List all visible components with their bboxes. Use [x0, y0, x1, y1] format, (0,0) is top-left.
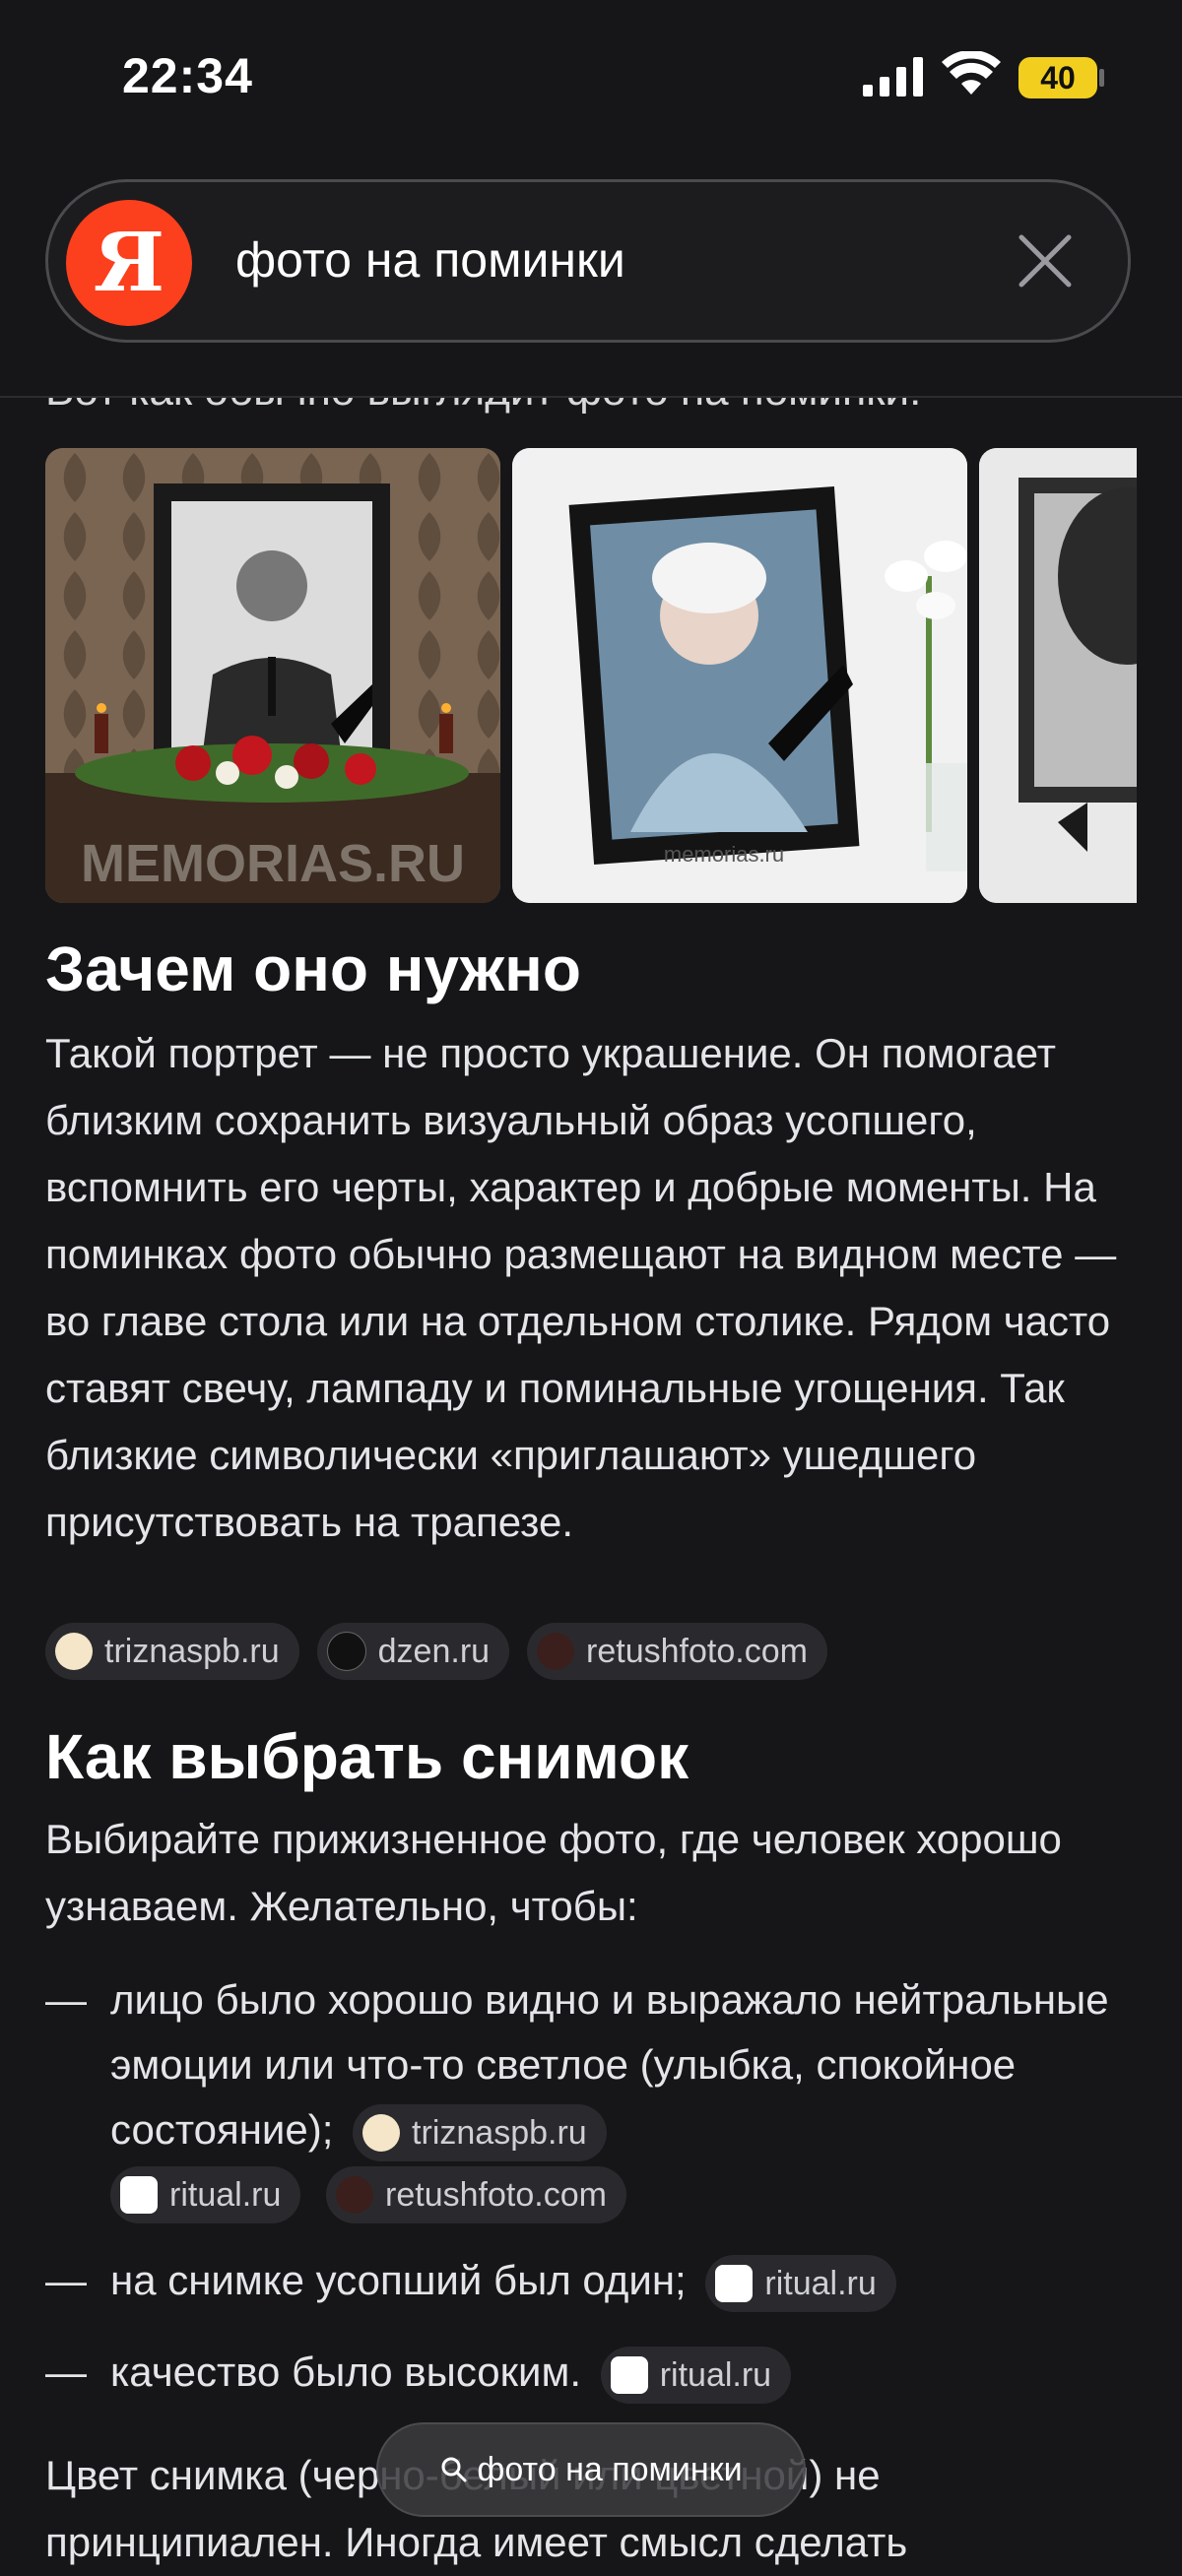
memorial-frame-image: [979, 448, 1137, 903]
floating-search-label: фото на поминки: [477, 2450, 743, 2488]
source-label: triznaspb.ru: [412, 2113, 587, 2152]
search-query[interactable]: фото на поминки: [235, 231, 625, 289]
list-dash: —: [45, 2257, 87, 2303]
source-label: ritual.ru: [659, 2355, 772, 2394]
source-chip[interactable]: retushfoto.com: [527, 1623, 827, 1680]
source-label: ritual.ru: [169, 2176, 282, 2214]
status-time: 22:34: [122, 48, 253, 103]
memorial-portrait-man-image: MEMORIAS.RU: [45, 448, 500, 903]
search-header: Я фото на поминки: [0, 158, 1182, 398]
status-bar: 22:34 40: [0, 0, 1182, 158]
source-label: retushfoto.com: [385, 2176, 607, 2214]
search-icon: [441, 2457, 467, 2482]
list-item-label: на снимке усопший был один;: [110, 2257, 687, 2303]
site-favicon-icon: [362, 2113, 401, 2152]
list-dash: —: [45, 2349, 87, 2395]
source-label: retushfoto.com: [586, 1632, 808, 1670]
section-heading-how: Как выбрать снимок: [45, 1721, 690, 1792]
source-chip[interactable]: ritual.ru: [110, 2166, 301, 2223]
list-item-text: на снимке усопший был один; ritual.ru: [110, 2248, 1145, 2313]
ritual-favicon-icon: [610, 2355, 648, 2394]
watermark-text: memorias.ru: [664, 842, 784, 867]
gallery-image-1[interactable]: MEMORIAS.RU: [45, 448, 500, 903]
source-chip[interactable]: ritual.ru: [600, 2346, 792, 2404]
list-item-text: качество было высоким. ritual.ru: [110, 2340, 1145, 2405]
dzen-favicon-icon: [326, 1632, 366, 1671]
section-heading-why: Зачем оно нужно: [45, 934, 581, 1004]
site-favicon-icon: [336, 2176, 374, 2214]
image-gallery[interactable]: MEMORIAS.RU memorias.ru: [45, 448, 1137, 903]
list-item: — качество было высоким. ritual.ru: [45, 2340, 1139, 2409]
wifi-icon: [942, 51, 1001, 95]
yandex-logo-icon[interactable]: Я: [66, 200, 192, 326]
ritual-favicon-icon: [120, 2176, 158, 2214]
watermark-text: MEMORIAS.RU: [81, 834, 465, 893]
floating-search-button[interactable]: фото на поминки: [376, 2422, 806, 2517]
close-icon[interactable]: [1010, 225, 1081, 296]
source-label: ritual.ru: [764, 2264, 877, 2302]
gallery-image-2[interactable]: memorias.ru: [512, 448, 967, 903]
memorial-portrait-woman-image: memorias.ru: [512, 448, 967, 903]
site-favicon-icon: [55, 1633, 93, 1670]
search-input[interactable]: Я фото на поминки: [45, 179, 1131, 343]
section-text-why: Такой портрет — не просто украшение. Он …: [45, 1030, 1117, 1545]
list-item-label: лицо было хорошо видно и выражало нейтра…: [110, 1976, 1109, 2153]
gallery-image-3[interactable]: [979, 448, 1137, 903]
source-chip[interactable]: dzen.ru: [316, 1623, 510, 1680]
source-chip[interactable]: triznaspb.ru: [45, 1623, 299, 1680]
cellular-signal-icon: [863, 57, 923, 97]
list-item: — лицо было хорошо видно и выражало нейт…: [45, 1967, 1139, 2223]
source-chip[interactable]: triznaspb.ru: [353, 2103, 607, 2161]
battery-indicator: 40: [1018, 57, 1097, 98]
source-label: triznaspb.ru: [104, 1632, 280, 1670]
sources-row-why: triznaspb.ru dzen.ru retushfoto.com: [45, 1623, 827, 1680]
list-dash: —: [45, 1976, 87, 2023]
list-item: — на снимке усопший был один; ritual.ru: [45, 2248, 1139, 2317]
source-label: dzen.ru: [377, 1632, 491, 1670]
ritual-favicon-icon: [715, 2264, 754, 2302]
site-favicon-icon: [537, 1633, 575, 1670]
list-item-text: лицо было хорошо видно и выражало нейтра…: [110, 1967, 1145, 2232]
list-item-label: качество было высоким.: [110, 2349, 582, 2395]
section-intro-how: Выбирайте прижизненное фото, где человек…: [45, 1816, 1062, 1929]
battery-cap: [1099, 69, 1104, 87]
source-chip[interactable]: ritual.ru: [705, 2254, 896, 2312]
source-chip[interactable]: retushfoto.com: [326, 2166, 626, 2223]
